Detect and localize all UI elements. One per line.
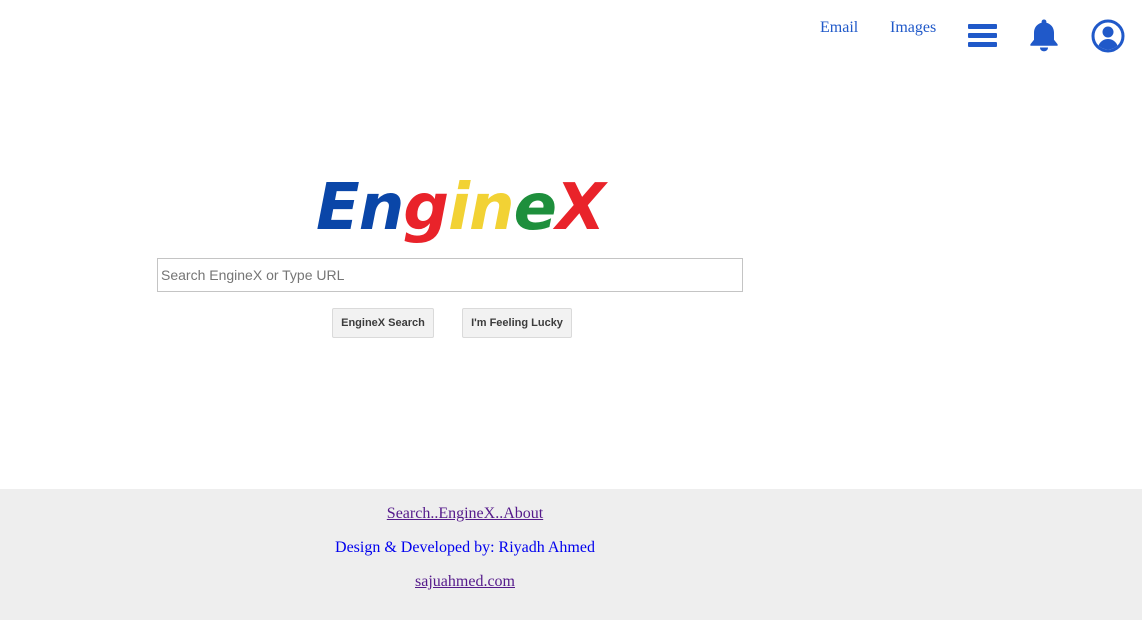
developer-credit: Design & Developed by: Riyadh Ahmed — [335, 539, 595, 556]
user-account-icon[interactable] — [1091, 19, 1125, 53]
feeling-lucky-button[interactable]: I'm Feeling Lucky — [462, 308, 572, 338]
email-link[interactable]: Email — [820, 19, 858, 37]
logo-letter: n — [469, 171, 515, 245]
logo-letter: g — [403, 171, 449, 245]
logo-letter: e — [513, 171, 557, 245]
page: Email Images EngineX EngineX Search I'm … — [0, 0, 1142, 620]
bell-icon[interactable] — [1028, 18, 1060, 52]
enginex-search-button[interactable]: EngineX Search — [332, 308, 434, 338]
footer: Search..EngineX..About Design & Develope… — [0, 489, 1142, 620]
website-link[interactable]: sajuahmed.com — [0, 573, 930, 591]
images-link[interactable]: Images — [890, 19, 936, 37]
hamburger-menu-icon[interactable] — [968, 24, 997, 48]
enginex-logo: EngineX — [316, 168, 605, 248]
about-link[interactable]: Search..EngineX..About — [0, 505, 930, 523]
logo-letter: E — [316, 171, 360, 245]
logo-letter: i — [448, 171, 470, 245]
search-input[interactable] — [157, 258, 743, 292]
logo-letter: X — [556, 171, 605, 245]
top-nav: Email Images — [0, 0, 1142, 70]
logo-letter: n — [358, 171, 405, 245]
